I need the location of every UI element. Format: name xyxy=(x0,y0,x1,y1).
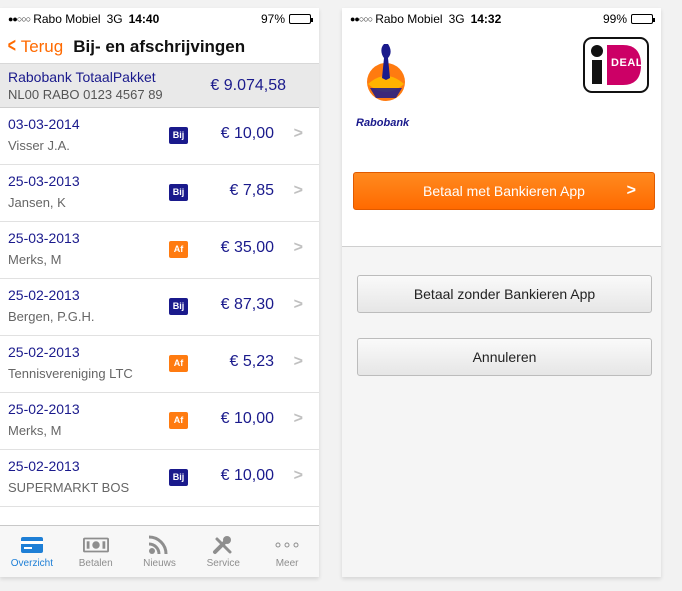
transaction-amount: € 35,00 xyxy=(220,239,274,256)
transaction-amount: € 10,00 xyxy=(220,125,274,142)
transaction-row[interactable]: 03-03-2014 Visser J.A. Bij € 10,00 > xyxy=(0,108,319,165)
chevron-right-icon: > xyxy=(293,125,303,142)
tab-overzicht[interactable]: Overzicht xyxy=(0,526,64,577)
tab-label: Overzicht xyxy=(10,558,54,569)
chevron-right-icon: > xyxy=(293,410,303,427)
status-bar: ●●○○○ Rabo Mobiel 3G 14:32 99% xyxy=(342,8,661,30)
transaction-type-badge: Bij xyxy=(169,469,188,486)
transaction-row[interactable]: 25-02-2013 Merks, M Af € 10,00 > xyxy=(0,393,319,450)
network-label: 3G xyxy=(106,12,123,26)
account-balance: € 9.074,58 xyxy=(210,77,286,94)
transaction-row[interactable]: 25-02-2013 Tennisvereniging LTC Af € 5,23 > xyxy=(0,336,319,393)
transaction-row[interactable]: 25-02-2013 Bergen, P.G.H. Bij € 87,30 > xyxy=(0,279,319,336)
transaction-row[interactable]: 25-03-2013 Merks, M Af € 35,00 > xyxy=(0,222,319,279)
cancel-label: Annuleren xyxy=(472,349,537,365)
network-label: 3G xyxy=(448,12,465,26)
signal-icon: ●●○○○ xyxy=(350,14,373,24)
battery-percent: 99% xyxy=(602,12,627,26)
battery-indicator: 97% xyxy=(260,12,313,26)
rabobank-logo xyxy=(367,44,405,101)
transaction-type-badge: Bij xyxy=(169,298,188,315)
tab-label: Nieuws xyxy=(143,558,176,569)
account-header[interactable]: Rabobank TotaalPakket NL00 RABO 0123 456… xyxy=(0,64,319,108)
cancel-button[interactable]: Annuleren xyxy=(357,338,652,376)
pay-with-app-button[interactable]: Betaal met Bankieren App > xyxy=(353,172,655,210)
chevron-right-icon: > xyxy=(293,239,303,256)
tab-label: Betalen xyxy=(78,558,113,569)
rabobank-wordmark: Rabobank xyxy=(356,117,410,129)
status-bar: ●●○○○ Rabo Mobiel 3G 14:40 97% xyxy=(0,8,319,30)
tab-label: Meer xyxy=(275,558,299,569)
pay-without-app-label: Betaal zonder Bankieren App xyxy=(413,286,596,302)
chevron-right-icon: > xyxy=(293,182,303,199)
tools-icon xyxy=(210,535,236,555)
carrier-label: Rabo Mobiel xyxy=(375,12,443,26)
rss-icon xyxy=(146,535,172,555)
clock: 14:40 xyxy=(128,12,160,26)
nav-bar: < Terug Bij- en afschrijvingen xyxy=(0,30,319,64)
tab-meer[interactable]: Meer xyxy=(255,526,319,577)
battery-icon xyxy=(631,14,655,24)
transactions-screen: ●●○○○ Rabo Mobiel 3G 14:40 97% < Terug B… xyxy=(0,8,319,577)
signal-icon: ●●○○○ xyxy=(8,14,31,24)
transaction-type-badge: Af xyxy=(169,412,188,429)
transaction-type-badge: Bij xyxy=(169,127,188,144)
chevron-left-icon: < xyxy=(7,35,16,57)
ideal-payment-screen: ●●○○○ Rabo Mobiel 3G 14:32 99% Rabobank … xyxy=(342,8,661,577)
card-icon xyxy=(19,535,45,555)
back-button[interactable]: < Terug xyxy=(6,35,63,58)
transaction-row[interactable]: 25-02-2013 SUPERMARKT BOS Bij € 10,00 > xyxy=(0,450,319,507)
transaction-type-badge: Af xyxy=(169,241,188,258)
more-icon xyxy=(274,535,300,555)
transaction-amount: € 10,00 xyxy=(220,467,274,484)
tab-bar: Overzicht Betalen Nieuws Service Meer xyxy=(0,525,319,577)
battery-indicator: 99% xyxy=(602,12,655,26)
chevron-right-icon: > xyxy=(293,353,303,370)
chevron-right-icon: > xyxy=(626,182,636,199)
transaction-amount: € 7,85 xyxy=(229,182,274,199)
transaction-list: 03-03-2014 Visser J.A. Bij € 10,00 >25-03-20… xyxy=(0,108,319,507)
tab-service[interactable]: Service xyxy=(191,526,255,577)
battery-percent: 97% xyxy=(260,12,285,26)
payment-panel: Rabobank DEAL Betaal met Bankieren App > xyxy=(342,30,661,247)
page-title: Bij- en afschrijvingen xyxy=(73,36,246,56)
transaction-type-badge: Af xyxy=(169,355,188,372)
carrier-label: Rabo Mobiel xyxy=(33,12,101,26)
pay-without-app-button[interactable]: Betaal zonder Bankieren App xyxy=(357,275,652,313)
tab-label: Service xyxy=(206,558,240,569)
tab-nieuws[interactable]: Nieuws xyxy=(128,526,192,577)
chevron-right-icon: > xyxy=(293,467,303,484)
transaction-type-badge: Bij xyxy=(169,184,188,201)
back-label: Terug xyxy=(20,36,64,56)
clock: 14:32 xyxy=(470,12,502,26)
pay-with-app-label: Betaal met Bankieren App xyxy=(423,183,585,199)
tab-betalen[interactable]: Betalen xyxy=(64,526,128,577)
battery-icon xyxy=(289,14,313,24)
transaction-amount: € 10,00 xyxy=(220,410,274,427)
cash-icon xyxy=(82,535,109,555)
transaction-row[interactable]: 25-03-2013 Jansen, K Bij € 7,85 > xyxy=(0,165,319,222)
transaction-amount: € 87,30 xyxy=(220,296,274,313)
ideal-logo-text: DEAL xyxy=(611,57,643,69)
transaction-amount: € 5,23 xyxy=(229,353,274,370)
chevron-right-icon: > xyxy=(293,296,303,313)
